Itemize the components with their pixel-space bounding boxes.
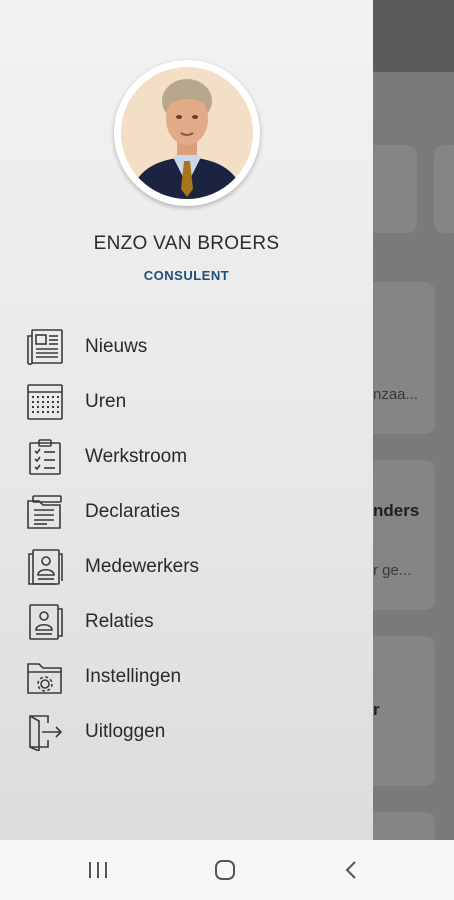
menu-item-werkstroom[interactable]: Werkstroom [22,435,352,479]
background-card [434,145,454,233]
user-role: CONSULENT [143,268,230,283]
menu-item-uitloggen[interactable]: Uitloggen [22,710,352,754]
menu-item-relaties[interactable]: Relaties [22,600,352,644]
back-icon [345,861,356,879]
avatar-photo [121,67,253,199]
menu-label: Nieuws [85,336,148,357]
menu-item-uren[interactable]: Uren [22,380,352,424]
menu-item-instellingen[interactable]: Instellingen [22,655,352,699]
menu-item-medewerkers[interactable]: Medewerkers [22,545,352,589]
menu-label: Uren [85,391,127,412]
background-text: r [373,700,380,719]
menu-label: Medewerkers [85,556,200,577]
recent-apps-icon [89,862,107,878]
clipboard-checklist-icon [22,437,68,477]
menu-label: Relaties [85,611,154,632]
menu-item-nieuws[interactable]: Nieuws [22,325,352,369]
menu-label: Uitloggen [85,721,166,742]
system-navigation-bar [0,840,454,900]
employee-card-icon [22,547,68,587]
home-button[interactable] [205,854,245,886]
background-text: nzaa... [373,386,419,403]
newspaper-icon [22,327,68,367]
folder-settings-icon [22,657,68,697]
home-icon [215,860,235,880]
menu-label: Declaraties [85,501,181,522]
logout-door-icon [22,712,68,752]
back-button[interactable] [331,854,371,886]
background-text: nders [373,501,420,520]
menu-label: Instellingen [85,666,182,687]
menu-item-declaraties[interactable]: Declaraties [22,490,352,534]
navigation-drawer: ENZO VAN BROERS CONSULENT Nieuws Uren We… [0,0,373,840]
calendar-icon [22,382,68,422]
recent-apps-button[interactable] [78,854,118,886]
document-folder-icon [22,492,68,532]
background-text: r ge... [373,562,412,579]
user-name: ENZO VAN BROERS [93,233,280,254]
avatar[interactable] [114,60,260,206]
contact-card-icon [22,602,68,642]
menu-label: Werkstroom [85,446,188,467]
